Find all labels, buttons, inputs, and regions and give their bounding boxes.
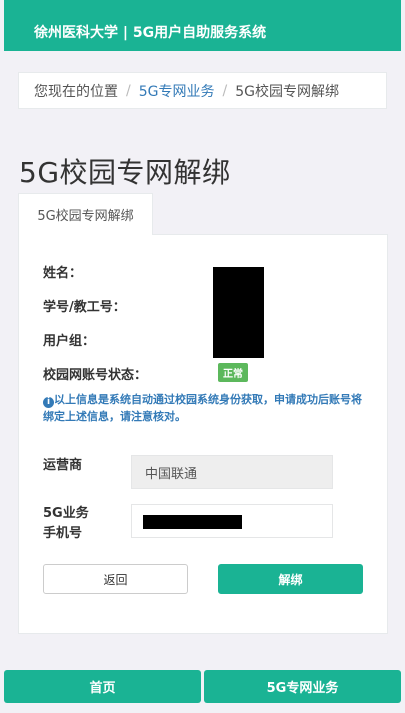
carrier-label: 运营商 (43, 458, 83, 473)
back-button[interactable]: 返回 (43, 564, 188, 594)
phone-label: 5G业务 手机号 (43, 504, 89, 544)
app-header: 徐州医科大学 | 5G用户自助服务系统 (4, 0, 401, 51)
app-title: 徐州医科大学 | 5G用户自助服务系统 (34, 25, 267, 41)
unbind-button[interactable]: 解绑 (218, 564, 363, 594)
name-label: 姓名： (43, 266, 83, 281)
breadcrumb: 您现在的位置 / 5G专网业务 / 5G校园专网解绑 (18, 72, 387, 109)
phone-label-line2: 手机号 (43, 526, 83, 541)
info-notice: i 以上信息是系统自动通过校园系统身份获取，申请成功后账号将绑定上述信息，请注意核… (43, 391, 368, 425)
page-title: 5G校园专网解绑 (19, 156, 231, 189)
status-label: 校园网账号状态： (43, 368, 148, 383)
notice-text: 以上信息是系统自动通过校园系统身份获取，申请成功后账号将绑定上述信息，请注意核对… (43, 393, 362, 423)
breadcrumb-separator: / (222, 82, 228, 99)
redacted-user-info (213, 267, 264, 358)
redacted-phone (143, 515, 242, 529)
carrier-value: 中国联通 (145, 466, 198, 482)
tab-5g-unbind[interactable]: 5G校园专网解绑 (18, 193, 153, 235)
status-badge: 正常 (218, 363, 248, 382)
footer-5g-service-button[interactable]: 5G专网业务 (204, 670, 401, 703)
group-label: 用户组： (43, 334, 96, 349)
breadcrumb-link-5g-service[interactable]: 5G专网业务 (139, 81, 215, 101)
footer-home-button[interactable]: 首页 (4, 670, 201, 703)
breadcrumb-separator: / (126, 82, 131, 99)
phone-label-line1: 5G业务 (43, 506, 89, 521)
breadcrumb-prefix: 您现在的位置 (34, 83, 118, 100)
id-label: 学号/教工号： (43, 300, 126, 315)
info-circle-icon: i (43, 397, 54, 408)
phone-input[interactable] (131, 504, 333, 538)
carrier-field: 中国联通 (131, 455, 333, 489)
breadcrumb-current: 5G校园专网解绑 (235, 83, 339, 100)
